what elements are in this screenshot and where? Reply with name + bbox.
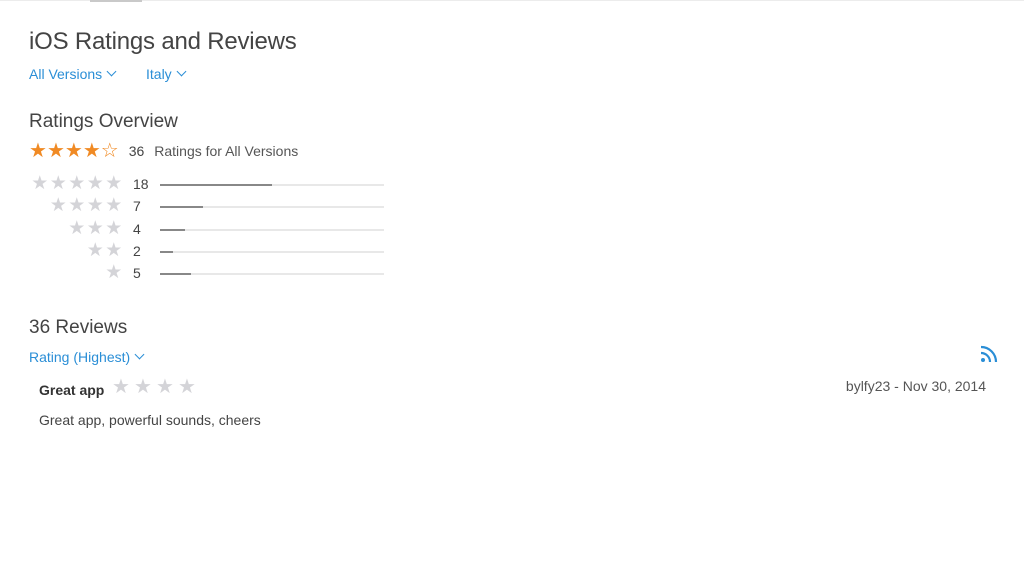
histogram-bar-track — [160, 273, 384, 275]
histogram-count: 5 — [133, 265, 141, 281]
histogram-count: 18 — [133, 176, 149, 192]
histogram-bar-fill — [160, 273, 192, 275]
star-icon: ★ — [86, 240, 104, 261]
histogram-row-4-stars: ★ ★ ★ ★ 7 — [0, 196, 400, 216]
histogram-bar-track — [160, 184, 384, 186]
review-body: Great app, powerful sounds, cheers — [39, 412, 261, 428]
star-icon: ★ — [86, 218, 104, 239]
histogram-stars: ★ ★ ★ ★ — [49, 196, 123, 216]
star-icon: ★ — [49, 195, 67, 216]
histogram-bar-fill — [160, 184, 272, 186]
star-empty-icon: ☆ — [100, 140, 119, 162]
histogram-stars: ★ ★ ★ ★ ★ — [31, 174, 124, 194]
histogram-bar-track — [160, 206, 384, 208]
review-author-date: bylfy23 - Nov 30, 2014 — [845, 378, 986, 394]
review-sort-label: Rating (Highest) — [29, 349, 131, 365]
review-title: Great app — [39, 382, 105, 398]
histogram-bar-fill — [160, 251, 174, 253]
star-filled-icon: ★ — [29, 140, 47, 162]
histogram-count: 4 — [133, 221, 141, 237]
top-divider — [0, 0, 1024, 1]
histogram-row-2-stars: ★ ★ 2 — [0, 241, 400, 261]
country-filter-dropdown[interactable]: Italy — [146, 66, 187, 82]
rss-feed-icon[interactable] — [980, 345, 998, 363]
histogram-stars: ★ — [105, 263, 124, 283]
ratings-count-label: Ratings for All Versions — [154, 143, 299, 159]
review-sort-dropdown[interactable]: Rating (Highest) — [29, 349, 145, 365]
star-icon: ★ — [68, 195, 86, 216]
histogram-bar-track — [160, 229, 384, 231]
histogram-row-5-stars: ★ ★ ★ ★ ★ 18 — [0, 174, 400, 194]
star-icon: ★ — [49, 173, 67, 194]
country-filter-label: Italy — [146, 66, 172, 82]
active-tab-indicator — [90, 0, 142, 2]
star-icon: ★ — [105, 195, 123, 216]
star-icon: ★ — [156, 376, 174, 398]
star-filled-icon: ★ — [46, 140, 65, 162]
histogram-stars: ★ ★ ★ — [68, 219, 124, 239]
chevron-down-icon — [134, 349, 145, 360]
chevron-down-icon — [106, 66, 117, 77]
chevron-down-icon — [176, 66, 187, 77]
overall-rating: ★ ★ ★ ★ ☆ 36 Ratings for All Versions — [29, 141, 298, 161]
star-icon: ★ — [86, 173, 104, 194]
overall-rating-stars: ★ ★ ★ ★ ☆ — [29, 141, 119, 161]
star-filled-icon: ★ — [64, 140, 83, 162]
star-icon: ★ — [134, 376, 152, 398]
histogram-bar-fill — [160, 206, 203, 208]
ratings-overview-title: Ratings Overview — [29, 111, 178, 132]
ratings-count: 36 — [128, 143, 145, 159]
reviews-title: 36 Reviews — [29, 317, 128, 338]
page-title: iOS Ratings and Reviews — [29, 28, 297, 55]
version-filter-label: All Versions — [29, 66, 103, 82]
histogram-stars: ★ ★ — [86, 241, 123, 261]
star-icon: ★ — [86, 195, 104, 216]
histogram-bar-fill — [160, 229, 185, 231]
star-icon: ★ — [178, 376, 196, 398]
histogram-row-1-stars: ★ 5 — [0, 263, 400, 283]
histogram-bar-track — [160, 251, 384, 253]
review-stars: ★ ★ ★ ★ — [110, 377, 198, 397]
star-icon: ★ — [68, 218, 86, 239]
star-icon: ★ — [68, 173, 86, 194]
star-filled-icon: ★ — [82, 140, 101, 162]
star-icon: ★ — [31, 173, 49, 194]
histogram-row-3-stars: ★ ★ ★ 4 — [0, 219, 400, 239]
version-filter-dropdown[interactable]: All Versions — [29, 66, 117, 82]
star-icon: ★ — [105, 218, 123, 239]
histogram-count: 7 — [133, 198, 141, 214]
star-icon: ★ — [112, 376, 130, 398]
star-icon: ★ — [105, 262, 123, 283]
star-icon: ★ — [105, 173, 123, 194]
histogram-count: 2 — [133, 243, 141, 259]
star-icon: ★ — [105, 240, 123, 261]
